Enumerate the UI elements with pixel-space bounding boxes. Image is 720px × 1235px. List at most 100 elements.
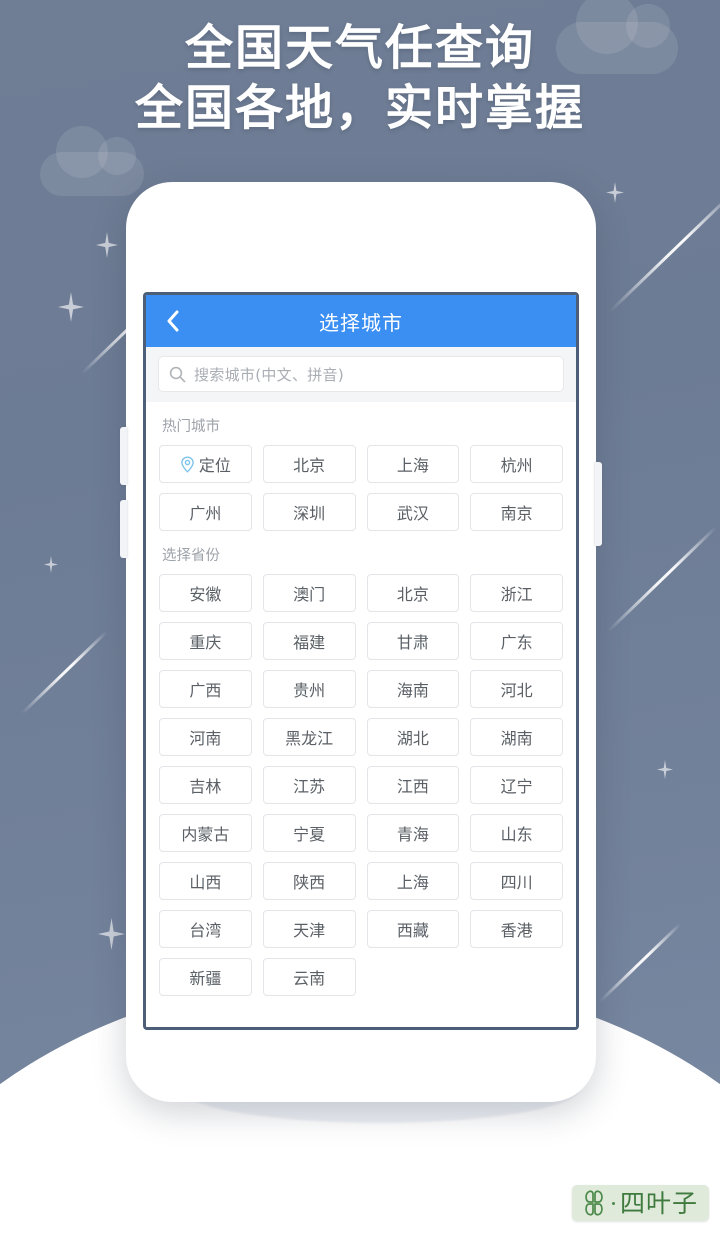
city-chip[interactable]: 深圳: [262, 493, 356, 531]
headline-line-2: 全国各地，实时掌握: [134, 80, 585, 136]
city-chip[interactable]: 定位: [159, 445, 252, 483]
city-chip-label: 上海: [396, 456, 429, 475]
city-chip-label: 云南: [293, 969, 326, 988]
city-chip[interactable]: 黑龙江: [262, 718, 356, 756]
city-chip-label: 重庆: [189, 633, 222, 652]
app-screen: 选择城市 搜索城市(中文、拼音) 热门城市 定位 北京 上海 杭州 广州深圳 武…: [143, 292, 579, 1030]
city-chip[interactable]: 重庆: [159, 622, 252, 660]
volume-down-button[interactable]: [120, 500, 127, 558]
city-chip[interactable]: 南京: [470, 493, 563, 531]
app-navbar: 选择城市: [146, 295, 576, 347]
page-title: 选择城市: [319, 310, 403, 335]
city-chip[interactable]: 新疆: [159, 958, 252, 996]
city-chip[interactable]: 吉林: [159, 766, 252, 804]
city-chip-label: 上海: [396, 873, 429, 892]
city-chip-label: 宁夏: [293, 825, 326, 844]
volume-up-button[interactable]: [120, 427, 127, 485]
city-chip-label: 澳门: [293, 585, 326, 604]
promo-screenshot: 全国天气任查询 全国各地，实时掌握 选择城市 搜索城市(中文、拼音) 热门城市 …: [0, 0, 720, 1235]
city-chip-label: 甘肃: [396, 633, 429, 652]
city-chip[interactable]: 湖北: [366, 718, 460, 756]
city-chip-label: 武汉: [396, 504, 429, 523]
city-chip-label: 江苏: [293, 777, 326, 796]
city-chip-label: 安徽: [189, 585, 222, 604]
city-chip-label: 北京: [293, 456, 326, 475]
city-chip-label: 辽宁: [500, 777, 533, 796]
city-chip[interactable]: 海南: [366, 670, 460, 708]
city-chip[interactable]: 四川: [470, 862, 563, 900]
city-chip[interactable]: 河北: [470, 670, 563, 708]
sparkle-icon: [98, 918, 125, 950]
city-list-scroll[interactable]: 热门城市 定位 北京 上海 杭州 广州 深圳 武汉 南京 选择省份 安徽 澳门 北京 浙江 重庆 福建甘…: [146, 402, 576, 1027]
city-chip[interactable]: 河南: [159, 718, 252, 756]
city-chip-label: 江西: [396, 777, 429, 796]
city-chip[interactable]: 武汉: [366, 493, 460, 531]
watermark: 四叶子: [571, 1185, 709, 1221]
city-chip[interactable]: 贵州: [262, 670, 356, 708]
city-chip-label: 台湾: [189, 921, 222, 940]
shooting-star-icon: [598, 922, 682, 1003]
city-chip-label: 河北: [500, 681, 533, 700]
city-chip-label: 四川: [500, 873, 533, 892]
city-chip-label: 黑龙江: [285, 729, 334, 748]
city-chip[interactable]: 宁夏: [262, 814, 356, 852]
city-chip-label: 海南: [396, 681, 429, 700]
back-button[interactable]: [160, 308, 186, 334]
city-chip[interactable]: 香港: [470, 910, 563, 948]
city-chip-label: 陕西: [293, 873, 326, 892]
chevron-left-icon: [167, 310, 179, 332]
city-chip[interactable]: 天津: [262, 910, 356, 948]
watermark-separator-dot: [611, 1201, 615, 1205]
city-chip[interactable]: 澳门: [262, 574, 356, 612]
city-chip[interactable]: 湖南: [470, 718, 563, 756]
shooting-star-icon: [606, 526, 717, 633]
city-chip[interactable]: 安徽: [159, 574, 252, 612]
sparkle-icon: [606, 182, 624, 203]
cloud-icon: [40, 126, 144, 196]
hot-cities-grid: 定位 北京 上海 杭州广州 深圳 武汉 南京: [159, 445, 563, 531]
city-chip[interactable]: 广东: [470, 622, 563, 660]
city-chip-label: 贵州: [293, 681, 326, 700]
search-placeholder: 搜索城市(中文、拼音): [194, 365, 345, 384]
city-chip[interactable]: 北京: [366, 574, 460, 612]
city-chip[interactable]: 江苏: [262, 766, 356, 804]
four-leaf-clover-icon: [585, 1190, 603, 1216]
city-chip[interactable]: 浙江: [470, 574, 563, 612]
shooting-star-icon: [608, 188, 720, 313]
city-chip[interactable]: 江西: [366, 766, 460, 804]
city-chip[interactable]: 青海: [366, 814, 460, 852]
city-chip[interactable]: 广州: [159, 493, 252, 531]
city-chip[interactable]: 福建: [262, 622, 356, 660]
city-chip-label: 定位: [198, 456, 231, 475]
city-chip-label: 西藏: [396, 921, 429, 940]
city-chip[interactable]: 上海: [366, 445, 460, 483]
sparkle-icon: [44, 556, 58, 573]
city-chip[interactable]: 北京: [262, 445, 356, 483]
city-chip[interactable]: 山东: [470, 814, 563, 852]
hot-cities-title: 热门城市: [162, 419, 220, 435]
city-chip[interactable]: 内蒙古: [159, 814, 252, 852]
city-chip-label: 南京: [500, 504, 533, 523]
city-chip-label: 北京: [396, 585, 429, 604]
city-chip-label: 湖北: [396, 729, 429, 748]
city-chip[interactable]: 上海: [366, 862, 460, 900]
city-chip-label: 深圳: [293, 504, 326, 523]
provinces-grid: 安徽 澳门 北京 浙江重庆 福建 甘肃 广东广西 贵州 海南 河北河南 黑龙江 湖北 湖南吉林 江苏 江西 辽…: [159, 574, 563, 996]
city-chip[interactable]: 台湾: [159, 910, 252, 948]
city-chip-label: 青海: [396, 825, 429, 844]
city-chip[interactable]: 陕西: [262, 862, 356, 900]
power-button[interactable]: [595, 462, 602, 546]
provinces-title: 选择省份: [162, 548, 220, 564]
city-chip[interactable]: 杭州: [470, 445, 563, 483]
city-chip-label: 河南: [189, 729, 222, 748]
city-chip[interactable]: 广西: [159, 670, 252, 708]
search-input[interactable]: 搜索城市(中文、拼音): [158, 356, 564, 392]
city-chip-label: 福建: [293, 633, 326, 652]
city-chip-label: 广西: [189, 681, 222, 700]
city-chip-label: 浙江: [500, 585, 533, 604]
city-chip[interactable]: 云南: [262, 958, 356, 996]
city-chip[interactable]: 西藏: [366, 910, 460, 948]
city-chip[interactable]: 辽宁: [470, 766, 563, 804]
city-chip[interactable]: 山西: [159, 862, 252, 900]
city-chip[interactable]: 甘肃: [366, 622, 460, 660]
